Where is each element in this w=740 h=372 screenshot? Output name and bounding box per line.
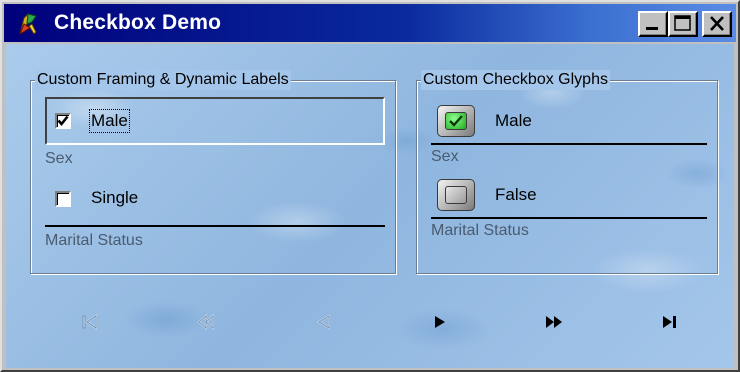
nav-next-page-button[interactable] (534, 308, 574, 336)
minimize-icon (646, 27, 658, 30)
nav-last-button[interactable] (650, 308, 690, 336)
group-legend: Custom Checkbox Glyphs (421, 70, 610, 90)
field-underline (431, 217, 707, 219)
group-custom-framing: Custom Framing & Dynamic Labels Male Sex… (30, 70, 396, 274)
checkbox-label: Male (89, 109, 130, 133)
next-page-icon (546, 316, 562, 328)
client-area: Custom Framing & Dynamic Labels Male Sex… (6, 44, 734, 368)
last-record-icon (663, 316, 676, 328)
nav-prior-page-button[interactable] (186, 308, 226, 336)
checked-glyph-icon[interactable] (437, 105, 475, 137)
field-caption-marital-status: Marital Status (45, 232, 143, 249)
next-record-icon (435, 316, 445, 328)
nav-first-button[interactable] (70, 308, 110, 336)
close-icon (710, 16, 724, 31)
close-button[interactable] (702, 11, 732, 37)
maximize-button[interactable] (668, 11, 698, 37)
nav-next-button[interactable] (420, 308, 460, 336)
group-legend: Custom Framing & Dynamic Labels (35, 70, 291, 90)
field-caption-marital-status: Marital Status (431, 222, 529, 239)
checkbox-label: False (495, 185, 537, 204)
window-title: Checkbox Demo (54, 11, 222, 34)
prior-page-icon (197, 313, 214, 331)
field-underline (45, 225, 385, 227)
group-custom-glyphs: Custom Checkbox Glyphs Male Sex False Ma… (416, 70, 718, 274)
checkbox-label: Single (91, 188, 139, 207)
checkbox-label: Male (495, 111, 532, 130)
title-bar[interactable]: Checkbox Demo (4, 4, 736, 42)
first-record-icon (82, 314, 97, 330)
field-underline (431, 143, 707, 145)
nav-prior-button[interactable] (304, 308, 344, 336)
checkmark-icon (449, 115, 463, 127)
unchecked-glyph-icon[interactable] (437, 179, 475, 211)
checkbox-box[interactable] (55, 191, 71, 207)
prior-record-icon (317, 314, 330, 330)
maximize-icon (674, 15, 691, 31)
field-caption-sex: Sex (431, 148, 459, 165)
field-caption-sex: Sex (45, 150, 73, 167)
rocket-app-icon[interactable] (14, 10, 42, 38)
checkbox-box[interactable] (55, 113, 71, 129)
minimize-button[interactable] (638, 11, 668, 37)
checkmark-icon (57, 115, 69, 127)
app-window: Checkbox Demo Custom Framing & Dynamic L… (0, 0, 740, 372)
